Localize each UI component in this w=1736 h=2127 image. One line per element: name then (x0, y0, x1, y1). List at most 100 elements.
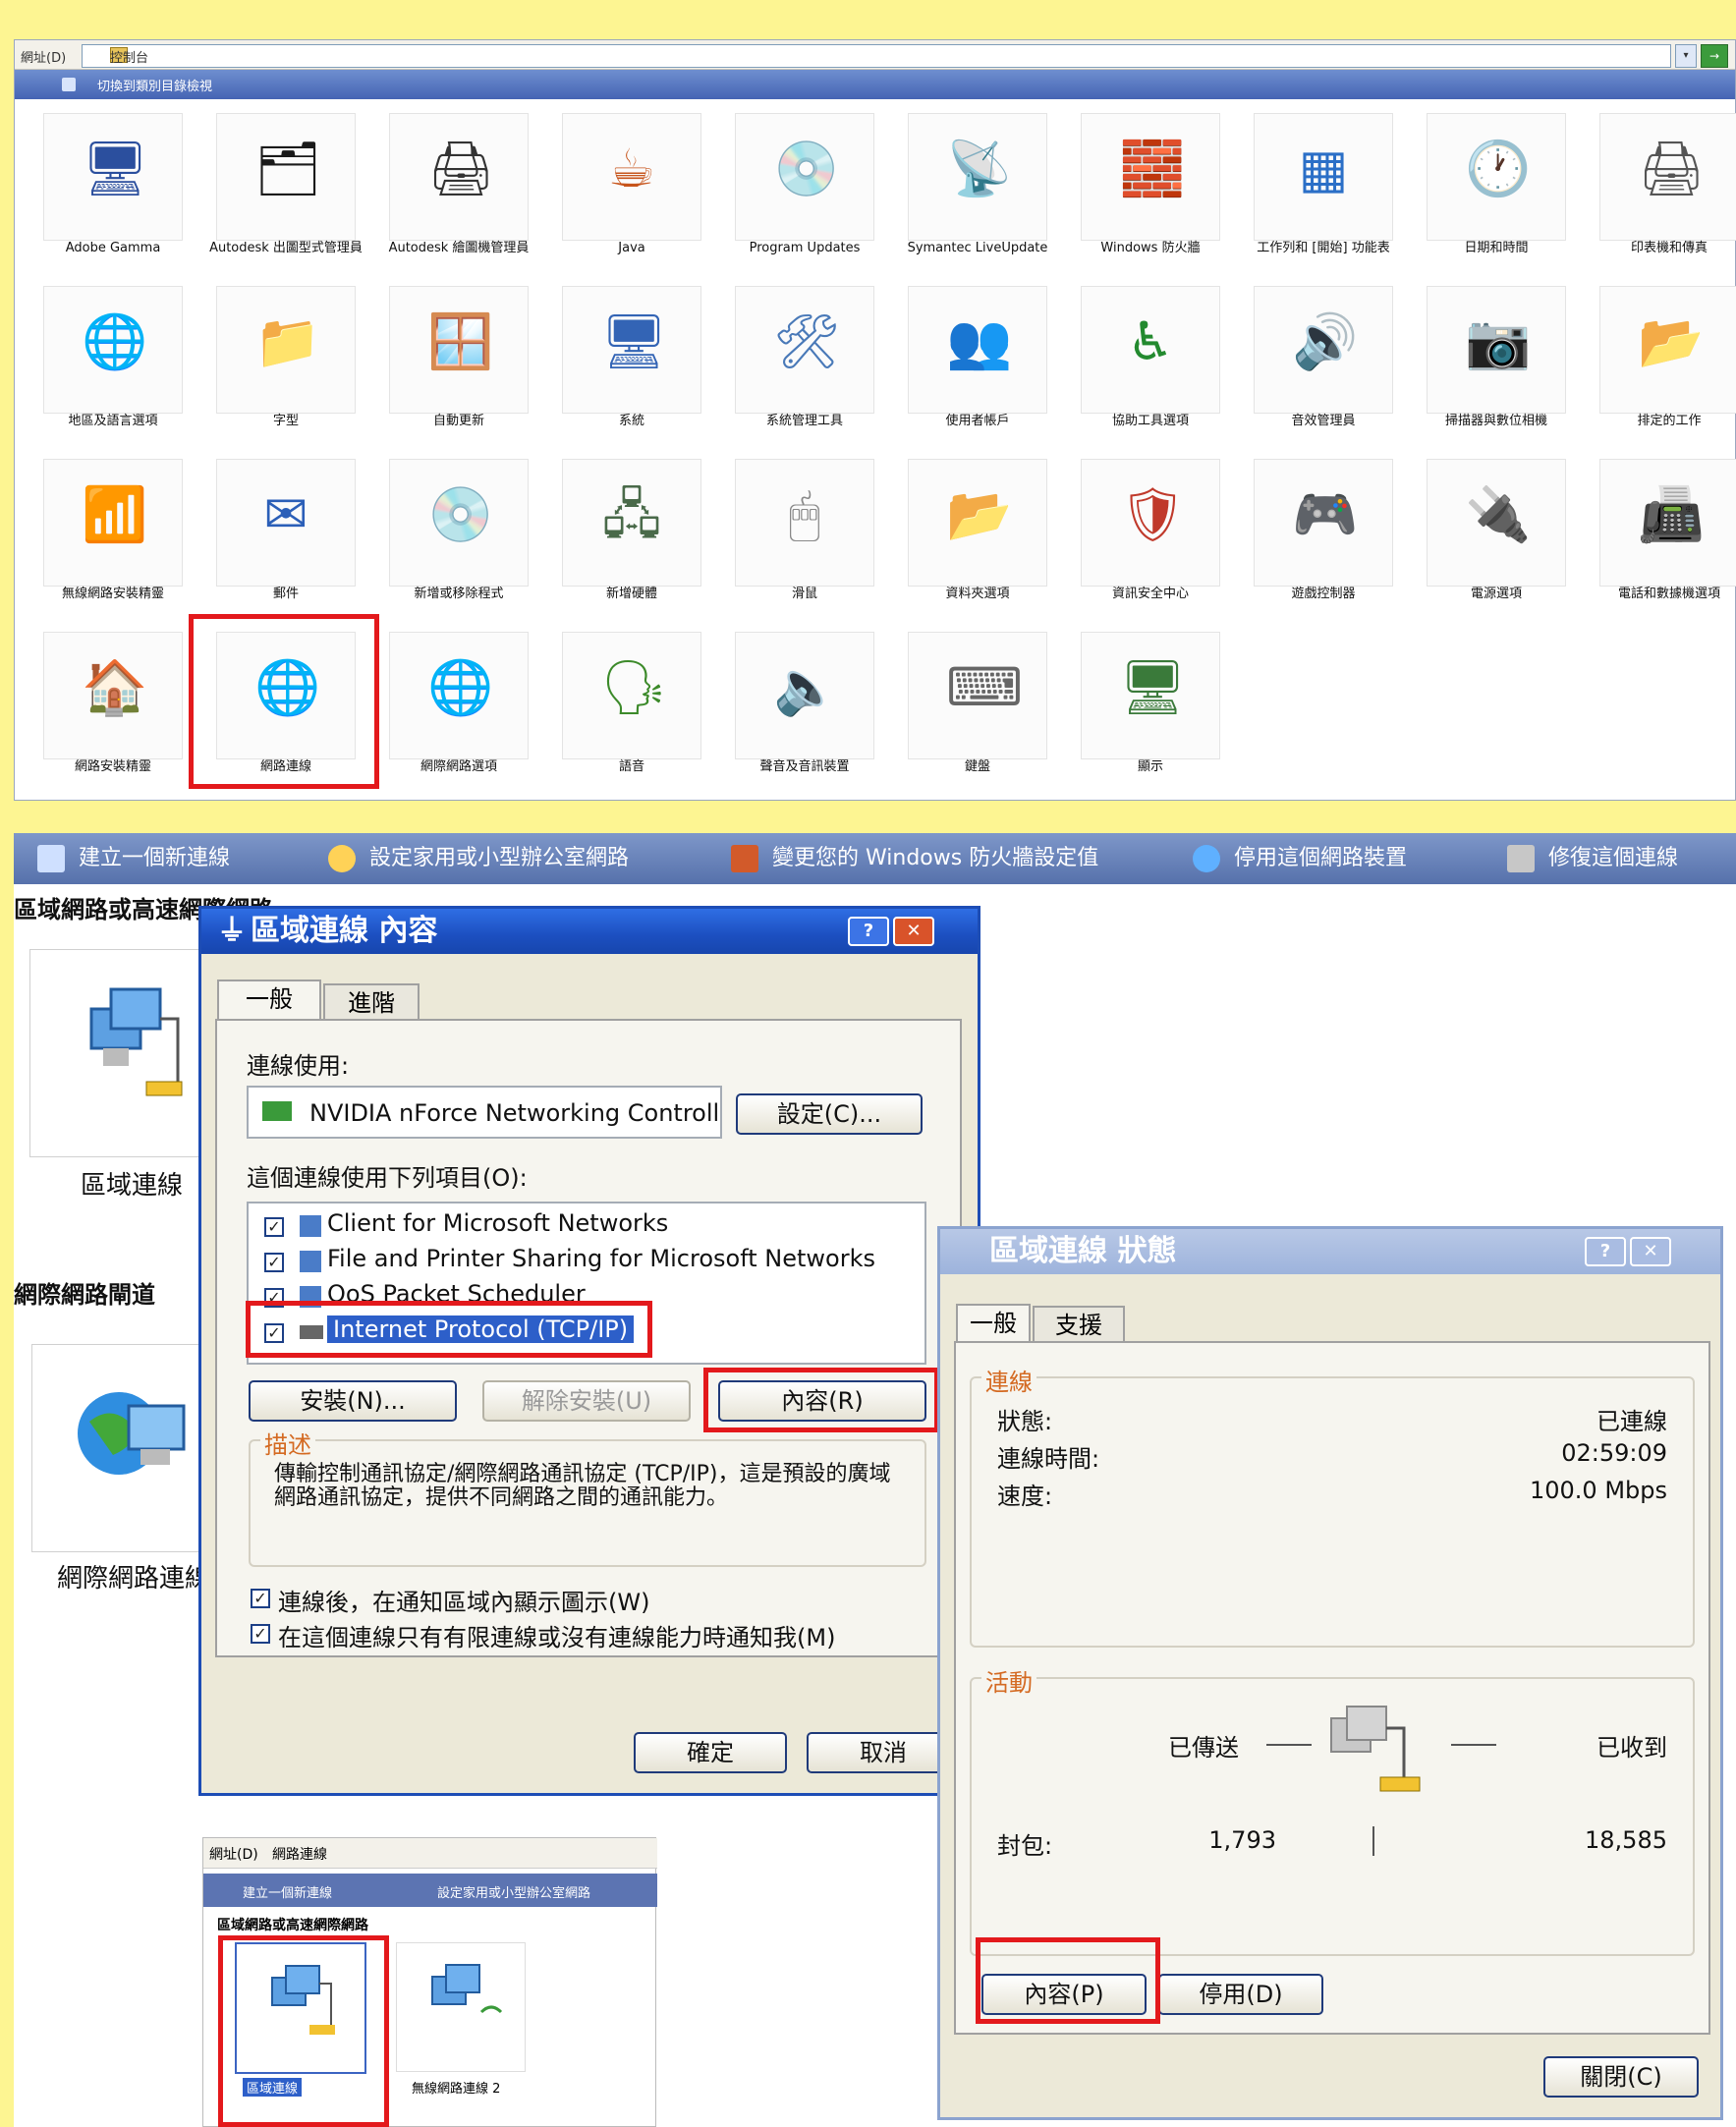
status-tab-support[interactable]: 支援 (1033, 1306, 1125, 1343)
cp-item-java[interactable]: ☕ Java (545, 113, 718, 282)
cp-item-wireless-setup[interactable]: 📶 無線網路安裝精靈 (27, 459, 199, 628)
component-sharing-label[interactable]: File and Printer Sharing for Microsoft N… (327, 1245, 875, 1272)
cp-item-taskbar[interactable]: ▦ 工作列和 [開始] 功能表 (1237, 113, 1410, 282)
cp-item-frame: 🖨 (1599, 113, 1736, 241)
cp-item-scanner[interactable]: 📷 掃描器與數位相機 (1410, 286, 1583, 455)
thumb-task-create[interactable]: 建立一個新連線 (243, 1882, 332, 1901)
cp-item-add-remove-programs[interactable]: 💿 新增或移除程式 (372, 459, 545, 628)
cp-item-mail[interactable]: ✉ 郵件 (199, 459, 372, 628)
cp-item-game-controller[interactable]: 🎮 遊戲控制器 (1237, 459, 1410, 628)
cp-item-add-hardware[interactable]: 🖧 新增硬體 (545, 459, 718, 628)
address-label: 網址(D) (21, 51, 67, 66)
cp-item-sound-manager[interactable]: 🔊 音效管理員 (1237, 286, 1410, 455)
cp-item-frame: 🖥 (43, 113, 183, 241)
cp-item-label: 掃描器與數位相機 (1444, 414, 1547, 428)
address-input[interactable]: 控制台 (82, 44, 1671, 68)
internet-connection-tile[interactable] (31, 1344, 220, 1552)
cp-item-keyboard[interactable]: ⌨ 鍵盤 (891, 632, 1064, 801)
task-firewall-settings[interactable]: 變更您的 Windows 防火牆設定值 (731, 841, 1098, 876)
cp-item-autodesk-plot[interactable]: 🗂 Autodesk 出圖型式管理員 (199, 113, 372, 282)
address-bar: 網址(D) 控制台 ▾ → (15, 40, 1735, 70)
cp-item-mouse[interactable]: 🖱 滑鼠 (718, 459, 891, 628)
cp-item-frame: 🛡 (1081, 459, 1220, 587)
notify-limited-label: 在這個連線只有有限連線或沒有連線能力時通知我(M) (278, 1624, 836, 1651)
accessibility-icon: ♿ (1126, 310, 1175, 372)
cp-item-firewall[interactable]: 🧱 Windows 防火牆 (1064, 113, 1237, 282)
cp-item-scheduled-tasks[interactable]: 📂 排定的工作 (1583, 286, 1736, 455)
network-device-icon (1193, 845, 1220, 872)
cp-item-system[interactable]: 🖥 系統 (545, 286, 718, 455)
lan-connection-tile[interactable] (29, 949, 218, 1157)
display-icon: 🖥 (1119, 656, 1187, 718)
thumb-wireless-tile[interactable] (396, 1942, 526, 2072)
cp-item-frame: 🖧 (562, 459, 701, 587)
status-value: 已連線 (1596, 1408, 1667, 1435)
ok-button[interactable]: 確定 (634, 1732, 787, 1773)
cp-item-user-accounts[interactable]: 👥 使用者帳戶 (891, 286, 1064, 455)
cp-item-speech[interactable]: 🗣 語音 (545, 632, 718, 801)
address-dropdown-button[interactable]: ▾ (1675, 44, 1697, 68)
tab-advanced[interactable]: 進階 (323, 983, 420, 1021)
tab-general[interactable]: 一般 (217, 980, 321, 1021)
task-home-network[interactable]: 設定家用或小型辦公室網路 (328, 841, 629, 876)
status-help-button[interactable]: ? (1585, 1237, 1626, 1266)
task-repair-connection[interactable]: 修復這個連線 (1507, 841, 1678, 876)
cp-item-autodesk-plotter[interactable]: 🖨 Autodesk 繪圖機管理員 (372, 113, 545, 282)
cp-item-power-options[interactable]: 🔌 電源選項 (1410, 459, 1583, 628)
switch-category-view-link[interactable]: 切換到類別目錄檢視 (97, 76, 212, 94)
cp-item-phone-modem[interactable]: 📠 電話和數據機選項 (1583, 459, 1736, 628)
cp-item-globe[interactable]: 🌐 地區及語言選項 (27, 286, 199, 455)
new-connection-icon (37, 845, 65, 872)
cp-item-admin-tools[interactable]: 🛠 系統管理工具 (718, 286, 891, 455)
cp-item-fonts-folder[interactable]: 📁 字型 (199, 286, 372, 455)
monitor-icon: 🖥 (82, 138, 149, 199)
cp-item-frame: 📠 (1599, 459, 1736, 587)
cp-item-label: Autodesk 出圖型式管理員 (209, 241, 363, 255)
cp-item-label: 地區及語言選項 (68, 414, 158, 428)
cp-item-monitor[interactable]: 🖥 Adobe Gamma (27, 113, 199, 282)
cp-item-frame: 📁 (216, 286, 356, 414)
component-client-label[interactable]: Client for Microsoft Networks (327, 1209, 668, 1237)
cp-item-label: 聲音及音訊裝置 (759, 759, 850, 774)
cp-item-accessibility[interactable]: ♿ 協助工具選項 (1064, 286, 1237, 455)
status-general-panel: 連線 狀態: 已連線 連線時間: 02:59:09 速度: 100.0 Mbps… (954, 1341, 1710, 2035)
connection-group: 連線 狀態: 已連線 連線時間: 02:59:09 速度: 100.0 Mbps (970, 1363, 1695, 1648)
cp-item-printer[interactable]: 🖨 印表機和傳真 (1583, 113, 1736, 282)
cp-item-datetime[interactable]: 🕐 日期和時間 (1410, 113, 1583, 282)
cp-item-display[interactable]: 🖥 顯示 (1064, 632, 1237, 801)
cp-item-frame: 🔌 (1427, 459, 1566, 587)
cp-item-label: 自動更新 (432, 414, 484, 428)
cp-item-frame: ♿ (1081, 286, 1220, 414)
cp-item-internet-options[interactable]: 🌐 網際網路選項 (372, 632, 545, 801)
show-icon-checkbox[interactable]: ✓ (251, 1589, 270, 1608)
cp-item-liveupdate[interactable]: 📡 Symantec LiveUpdate (891, 113, 1064, 282)
status-tab-general[interactable]: 一般 (956, 1304, 1031, 1343)
address-value: 控制台 (110, 51, 149, 66)
cp-item-label: 語音 (618, 759, 644, 774)
cp-item-sound-devices[interactable]: 🔈 聲音及音訊裝置 (718, 632, 891, 801)
help-button[interactable]: ? (848, 917, 889, 946)
cp-item-windows-update[interactable]: 🪟 自動更新 (372, 286, 545, 455)
connect-using-label: 連線使用: (247, 1052, 350, 1080)
status-close-button[interactable]: ✕ (1630, 1237, 1671, 1266)
client-networks-checkbox[interactable]: ✓ (264, 1217, 284, 1237)
thumb-task-home[interactable]: 設定家用或小型辦公室網路 (437, 1882, 590, 1901)
cp-item-frame: 🌐 (389, 632, 529, 759)
close-dialog-button[interactable]: 關閉(C) (1543, 2056, 1699, 2098)
task-create-connection[interactable]: 建立一個新連線 (37, 841, 230, 876)
configure-button[interactable]: 設定(C)... (736, 1093, 923, 1135)
uninstall-button[interactable]: 解除安裝(U) (482, 1380, 691, 1422)
file-printer-sharing-checkbox[interactable]: ✓ (264, 1253, 284, 1272)
go-button[interactable]: → (1701, 44, 1728, 68)
highlight-network-connections (189, 614, 379, 789)
cp-item-network-setup[interactable]: 🏠 網路安裝精靈 (27, 632, 199, 801)
cp-item-label: 顯示 (1137, 759, 1163, 774)
disable-button[interactable]: 停用(D) (1158, 1974, 1323, 2015)
cp-item-folder-options[interactable]: 📂 資料夾選項 (891, 459, 1064, 628)
close-button[interactable]: ✕ (893, 917, 934, 946)
cp-item-program-updates[interactable]: 💿 Program Updates (718, 113, 891, 282)
cp-item-security-center[interactable]: 🛡 資訊安全中心 (1064, 459, 1237, 628)
notify-limited-checkbox[interactable]: ✓ (251, 1624, 270, 1644)
task-disable-device[interactable]: 停用這個網路裝置 (1193, 841, 1407, 876)
install-button[interactable]: 安裝(N)... (249, 1380, 457, 1422)
